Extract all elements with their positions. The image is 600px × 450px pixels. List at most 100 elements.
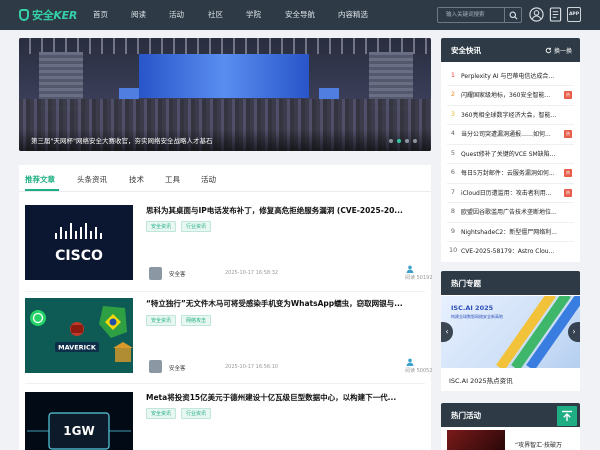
hot-topic-banner[interactable]: ISC.AI 2025 构建全球数智网络安全新高地	[441, 296, 580, 368]
user-icon[interactable]	[529, 7, 544, 22]
news-rank: 2	[450, 90, 456, 98]
news-item[interactable]: 6 每日5万封邮件：云服务漏洞如何... 热	[441, 164, 580, 183]
news-title[interactable]: 每日5万封邮件：云服务漏洞如何...	[461, 168, 560, 177]
carousel-dot[interactable]	[413, 139, 417, 143]
site-logo[interactable]: 安全KER	[19, 8, 77, 22]
news-title[interactable]: Perplexity AI 与巴蒂电信达成合...	[461, 71, 562, 80]
carousel-dot[interactable]	[389, 139, 393, 143]
tab-recommended[interactable]: 推荐文章	[25, 174, 55, 188]
article-thumbnail[interactable]: MAVERICK	[25, 298, 133, 373]
nav-item-academy[interactable]: 学院	[246, 0, 261, 30]
article-thumbnail[interactable]: 1GW	[25, 392, 133, 450]
search-box	[437, 7, 522, 23]
news-item[interactable]: 2 闪耀国家级地标，360安全智能... 热	[441, 86, 580, 105]
article-tag[interactable]: 行业资讯	[181, 408, 212, 419]
tab-activities[interactable]: 活动	[201, 174, 216, 188]
news-title[interactable]: 闪耀国家级地标，360安全智能...	[461, 90, 560, 99]
news-item[interactable]: 4 当分公司突遭漏洞通报……如何... 热	[441, 125, 580, 144]
news-rank: 9	[450, 227, 456, 235]
article-tag[interactable]: 安全资讯	[146, 315, 177, 326]
news-item[interactable]: 3 360亮相全球数字经济大会，智能...	[441, 106, 580, 125]
news-item[interactable]: 1 Perplexity AI 与巴蒂电信达成合...	[441, 67, 580, 86]
news-title[interactable]: CVE-2025-58179：Astro Clou...	[461, 246, 562, 255]
activity-title[interactable]: “攻界智汇·技破万	[515, 440, 562, 449]
news-title[interactable]: Quest修补了关键的VCE SM缺陷...	[461, 149, 562, 158]
search-input[interactable]	[438, 8, 504, 22]
tabs-divider	[19, 191, 431, 192]
shield-logo-icon	[19, 9, 29, 21]
read-count-icon	[406, 265, 414, 273]
whatsapp-malware-image: MAVERICK	[30, 306, 133, 362]
nav-item-home[interactable]: 首页	[93, 0, 108, 30]
activity-thumbnail[interactable]	[447, 430, 505, 450]
nav-item-read[interactable]: 阅读	[131, 0, 146, 30]
app-download-button[interactable]: APP	[567, 7, 581, 22]
article-title[interactable]: “特立独行”无文件木马可将受感染手机变为WhatsApp蠕虫，窃取网银与...	[146, 298, 424, 310]
article-tag[interactable]: 网络攻击	[181, 315, 212, 326]
news-rank: 6	[450, 168, 456, 176]
tab-tools[interactable]: 工具	[165, 174, 180, 188]
article-divider	[25, 291, 425, 292]
hot-topics-title: 热门专题	[451, 279, 481, 288]
news-title[interactable]: iCloud日历遭滥用：攻击者利用...	[461, 188, 560, 197]
news-rank: 5	[450, 149, 456, 157]
article-tag[interactable]: 行业资讯	[181, 221, 212, 232]
tab-tech[interactable]: 技术	[129, 174, 144, 188]
news-rank: 1	[450, 71, 456, 79]
news-item[interactable]: 5 Quest修补了关键的VCE SM缺陷...	[441, 145, 580, 164]
banner-stage-screen	[139, 54, 309, 98]
read-count-icon	[406, 358, 414, 366]
nav-item-featured[interactable]: 内容精选	[338, 0, 368, 30]
article-panel: 推荐文章 头条资讯 技术 工具 活动 CISCO 思科为其桌面与IP电话发布补丁…	[19, 165, 433, 450]
article-title[interactable]: 思科为其桌面与IP电话发布补丁，修复高危拒绝服务漏洞 (CVE-2025-20.…	[146, 205, 424, 217]
thumb-label: MAVERICK	[58, 344, 97, 352]
news-rank: 10	[449, 246, 458, 254]
article-author[interactable]: 安全客	[169, 364, 186, 372]
author-avatar[interactable]	[149, 267, 162, 280]
news-title[interactable]: NightshadeC2：新型僵尸网络利...	[461, 227, 562, 236]
cisco-logo-icon: CISCO	[55, 223, 103, 264]
search-button[interactable]	[504, 8, 521, 22]
news-item[interactable]: 7 iCloud日历遭滥用：攻击者利用... 热	[441, 184, 580, 203]
carousel-dot[interactable]	[405, 139, 409, 143]
nav-item-security-nav[interactable]: 安全导航	[285, 0, 315, 30]
author-avatar[interactable]	[149, 360, 162, 373]
nav-item-activity[interactable]: 活动	[169, 0, 184, 30]
quick-news-title: 安全快讯	[451, 46, 481, 55]
quick-news-header: 安全快讯 换一换	[441, 38, 580, 62]
news-title[interactable]: 360亮相全球数字经济大会，智能...	[461, 110, 562, 119]
refresh-icon	[545, 47, 552, 54]
hero-banner[interactable]: 第三届"天网杯"网络安全大赛收官，夯实网络安全战略人才基石	[19, 38, 431, 151]
thumb-label: 1GW	[63, 424, 94, 438]
news-title[interactable]: 欧盟因谷歌滥用广告技术垄断地位...	[461, 207, 562, 216]
document-icon[interactable]	[549, 7, 562, 22]
tab-headlines[interactable]: 头条资讯	[77, 174, 107, 188]
article-title[interactable]: Meta将投资15亿美元于德州建设十亿瓦级巨型数据中心，以构建下一代...	[146, 392, 424, 404]
news-rank: 3	[450, 110, 456, 118]
article-thumbnail[interactable]: CISCO	[25, 205, 133, 280]
article-author[interactable]: 安全客	[169, 270, 186, 278]
logo-prefix: 安全	[32, 9, 54, 22]
hot-topic-caption[interactable]: ISC.AI 2025热点资讯	[449, 375, 513, 385]
datacenter-image: 1GW	[27, 412, 131, 450]
news-item[interactable]: 8 欧盟因谷歌滥用广告技术垄断地位...	[441, 203, 580, 222]
article-tag[interactable]: 安全资讯	[146, 408, 177, 419]
banner-caption[interactable]: 第三届"天网杯"网络安全大赛收官，夯实网络安全战略人才基石	[31, 135, 212, 145]
news-rank: 8	[450, 207, 456, 215]
article-reads: 阅读 50052	[405, 368, 433, 374]
refresh-button[interactable]: 换一换	[545, 46, 572, 55]
news-rank: 7	[450, 188, 456, 196]
news-item[interactable]: 9 NightshadeC2：新型僵尸网络利...	[441, 223, 580, 242]
nav-item-community[interactable]: 社区	[208, 0, 223, 30]
hot-topics-header: 热门专题	[441, 271, 580, 295]
news-title[interactable]: 当分公司突遭漏洞通报……如何...	[461, 129, 560, 138]
hot-badge-icon: 热	[564, 91, 572, 99]
carousel-dot-active[interactable]	[397, 139, 401, 143]
article-tag[interactable]: 安全资讯	[146, 221, 177, 232]
top-navbar: 安全KER 首页 阅读 活动 社区 学院 安全导航 内容精选 APP	[0, 0, 600, 30]
news-item[interactable]: 10 CVE-2025-58179：Astro Clou...	[441, 242, 580, 261]
hot-topic-banner-title: ISC.AI 2025	[451, 304, 494, 312]
hot-badge-icon: 热	[564, 130, 572, 138]
article-date: 2025-10-17 16:58:32	[225, 270, 279, 276]
back-to-top-button[interactable]	[557, 406, 577, 426]
